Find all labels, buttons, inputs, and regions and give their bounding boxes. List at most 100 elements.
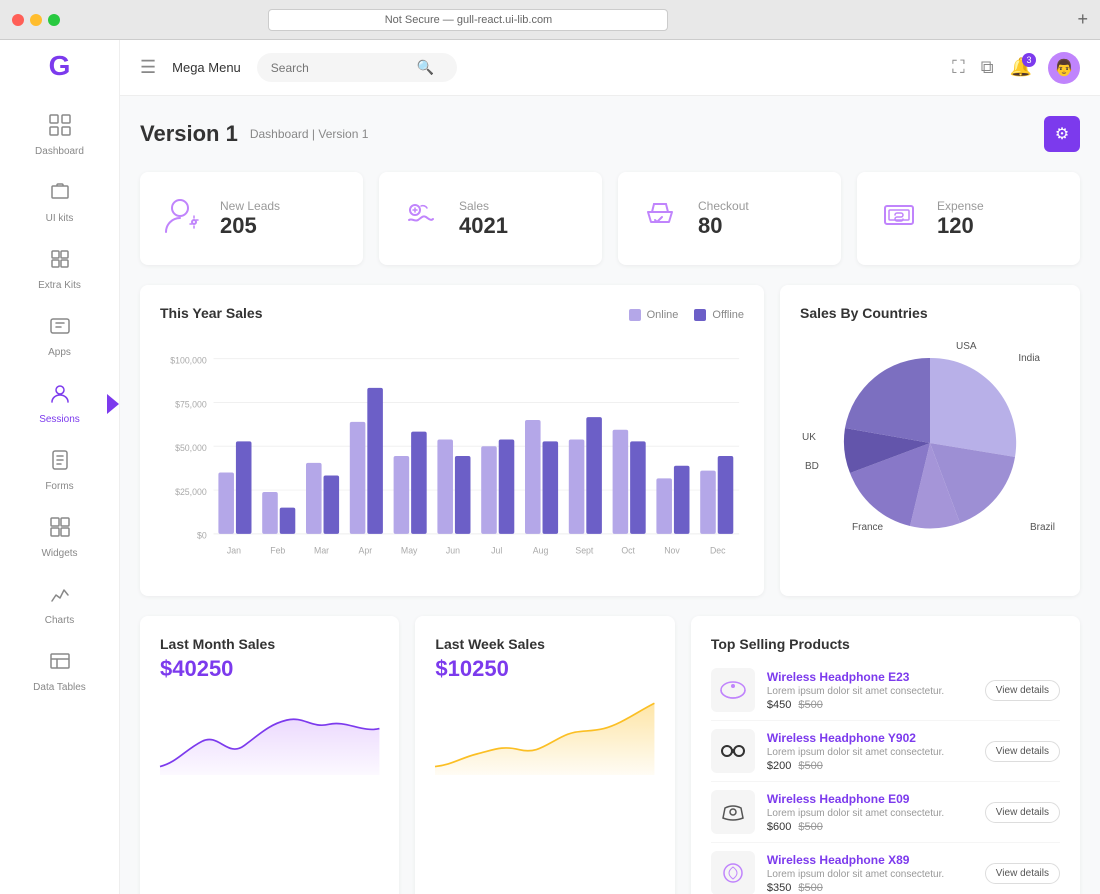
sidebar-item-apps[interactable]: Apps [0, 303, 119, 370]
notification-icon[interactable]: 🔔 3 [1010, 57, 1032, 78]
view-details-btn-1[interactable]: View details [985, 741, 1060, 762]
sidebar-label-dashboard: Dashboard [35, 146, 84, 157]
product-img-1 [711, 729, 755, 773]
bar-chart-wrapper: $100,000 $75,000 $50,000 $25,000 $0 [160, 341, 744, 576]
search-bar[interactable]: 🔍 [257, 53, 457, 82]
hamburger-menu[interactable]: ☰ [140, 57, 156, 78]
sales-icon [399, 192, 443, 245]
expense-info: Expense 120 [937, 199, 984, 239]
expense-icon [877, 192, 921, 245]
fullscreen-icon[interactable]: ⛶ [952, 57, 965, 78]
search-input[interactable] [271, 61, 411, 75]
sidebar-item-forms[interactable]: Forms [0, 437, 119, 504]
sidebar-item-uikits[interactable]: UI kits [0, 169, 119, 236]
pie-chart-svg [830, 343, 1030, 543]
product-name-1: Wireless Headphone Y902 [767, 731, 973, 745]
product-item-3: Wireless Headphone X89 Lorem ipsum dolor… [711, 843, 1060, 894]
extrakits-icon [49, 248, 71, 276]
sidebar-item-widgets[interactable]: Widgets [0, 504, 119, 571]
svg-text:Feb: Feb [270, 545, 285, 555]
sidebar-item-extrakits[interactable]: Extra Kits [0, 236, 119, 303]
view-details-btn-3[interactable]: View details [985, 863, 1060, 884]
stat-card-checkout: Checkout 80 [618, 172, 841, 265]
product-prices-1: $200 $500 [767, 760, 973, 772]
product-info-0: Wireless Headphone E23 Lorem ipsum dolor… [767, 670, 973, 711]
leads-value: 205 [220, 213, 280, 239]
browser-dots [12, 14, 60, 26]
sidebar-item-datatables[interactable]: Data Tables [0, 638, 119, 705]
topbar-right: ⛶ ⧉ 🔔 3 👨 [952, 52, 1080, 84]
sidebar-label-sessions: Sessions [39, 414, 80, 425]
svg-text:Jan: Jan [227, 545, 241, 555]
price-new-0: $450 [767, 699, 791, 711]
user-avatar[interactable]: 👨 [1048, 52, 1080, 84]
svg-text:$100,000: $100,000 [170, 356, 207, 366]
stat-card-sales: Sales 4021 [379, 172, 602, 265]
sales-label: Sales [459, 199, 508, 213]
product-prices-3: $350 $500 [767, 882, 973, 894]
sidebar-item-sessions[interactable]: Sessions [0, 370, 119, 437]
pie-chart-card: Sales By Countries [780, 285, 1080, 596]
page-title-area: Version 1 Dashboard | Version 1 [140, 121, 368, 147]
sidebar-label-datatables: Data Tables [33, 682, 86, 693]
svg-text:Aug: Aug [533, 545, 549, 555]
page-header: Version 1 Dashboard | Version 1 ⚙ [140, 116, 1080, 152]
datatables-icon [49, 650, 71, 678]
legend-offline: Offline [694, 309, 744, 321]
product-name-2: Wireless Headphone E09 [767, 792, 973, 806]
last-month-sales-value: $40250 [160, 656, 379, 682]
checkout-info: Checkout 80 [698, 199, 749, 239]
checkout-icon [638, 192, 682, 245]
breadcrumb: Dashboard | Version 1 [250, 127, 369, 141]
last-week-sales-title: Last Week Sales [435, 636, 654, 652]
app-logo: G [49, 50, 71, 82]
browser-add-tab[interactable]: + [1077, 9, 1088, 30]
topbar: ☰ Mega Menu 🔍 ⛶ ⧉ 🔔 3 👨 [120, 40, 1100, 96]
product-img-0 [711, 668, 755, 712]
product-item-1: Wireless Headphone Y902 Lorem ipsum dolo… [711, 721, 1060, 782]
widgets-icon [49, 516, 71, 544]
product-info-3: Wireless Headphone X89 Lorem ipsum dolor… [767, 853, 973, 894]
bottom-row: Last Month Sales $40250 [140, 616, 1080, 894]
bar-chart-title: This Year Sales [160, 305, 262, 321]
search-icon: 🔍 [417, 59, 434, 76]
product-name-0: Wireless Headphone E23 [767, 670, 973, 684]
dot-yellow [30, 14, 42, 26]
product-img-3 [711, 851, 755, 894]
notification-badge: 3 [1022, 53, 1036, 67]
view-details-btn-0[interactable]: View details [985, 680, 1060, 701]
price-old-2: $500 [798, 821, 822, 833]
pie-label-uk: UK [802, 432, 816, 443]
uikits-icon [49, 181, 71, 209]
svg-text:Mar: Mar [314, 545, 329, 555]
product-info-2: Wireless Headphone E09 Lorem ipsum dolor… [767, 792, 973, 833]
main-area: ☰ Mega Menu 🔍 ⛶ ⧉ 🔔 3 👨 Version 1 [120, 40, 1100, 894]
sidebar-label-apps: Apps [48, 347, 71, 358]
last-week-sales-value: $10250 [435, 656, 654, 682]
sidebar-item-charts[interactable]: Charts [0, 571, 119, 638]
address-bar[interactable]: Not Secure — gull-react.ui-lib.com [268, 9, 668, 31]
svg-text:$25,000: $25,000 [175, 487, 207, 497]
pie-chart-title: Sales By Countries [800, 305, 1060, 321]
charts-row: This Year Sales Online Offline [140, 285, 1080, 596]
forms-icon [49, 449, 71, 477]
dashboard-icon [49, 114, 71, 142]
sidebar-label-extrakits: Extra Kits [38, 280, 81, 291]
window-icon[interactable]: ⧉ [981, 57, 994, 78]
settings-button[interactable]: ⚙ [1044, 116, 1080, 152]
pie-chart-wrapper: USA India UK BD France Brazil [800, 333, 1060, 553]
svg-text:$75,000: $75,000 [175, 399, 207, 409]
view-details-btn-2[interactable]: View details [985, 802, 1060, 823]
sales-value: 4021 [459, 213, 508, 239]
bar-chart-legend: Online Offline [629, 309, 744, 321]
last-week-chart [435, 692, 654, 782]
sidebar-item-dashboard[interactable]: Dashboard [0, 102, 119, 169]
svg-text:$50,000: $50,000 [175, 443, 207, 453]
sales-info: Sales 4021 [459, 199, 508, 239]
svg-text:Jun: Jun [446, 545, 460, 555]
bar-chart-card: This Year Sales Online Offline [140, 285, 764, 596]
mega-menu[interactable]: Mega Menu [172, 60, 241, 75]
main-content: Version 1 Dashboard | Version 1 ⚙ [120, 96, 1100, 894]
app-container: G Dashboard UI kits Extra Kits Apps [0, 40, 1100, 894]
leads-label: New Leads [220, 199, 280, 213]
